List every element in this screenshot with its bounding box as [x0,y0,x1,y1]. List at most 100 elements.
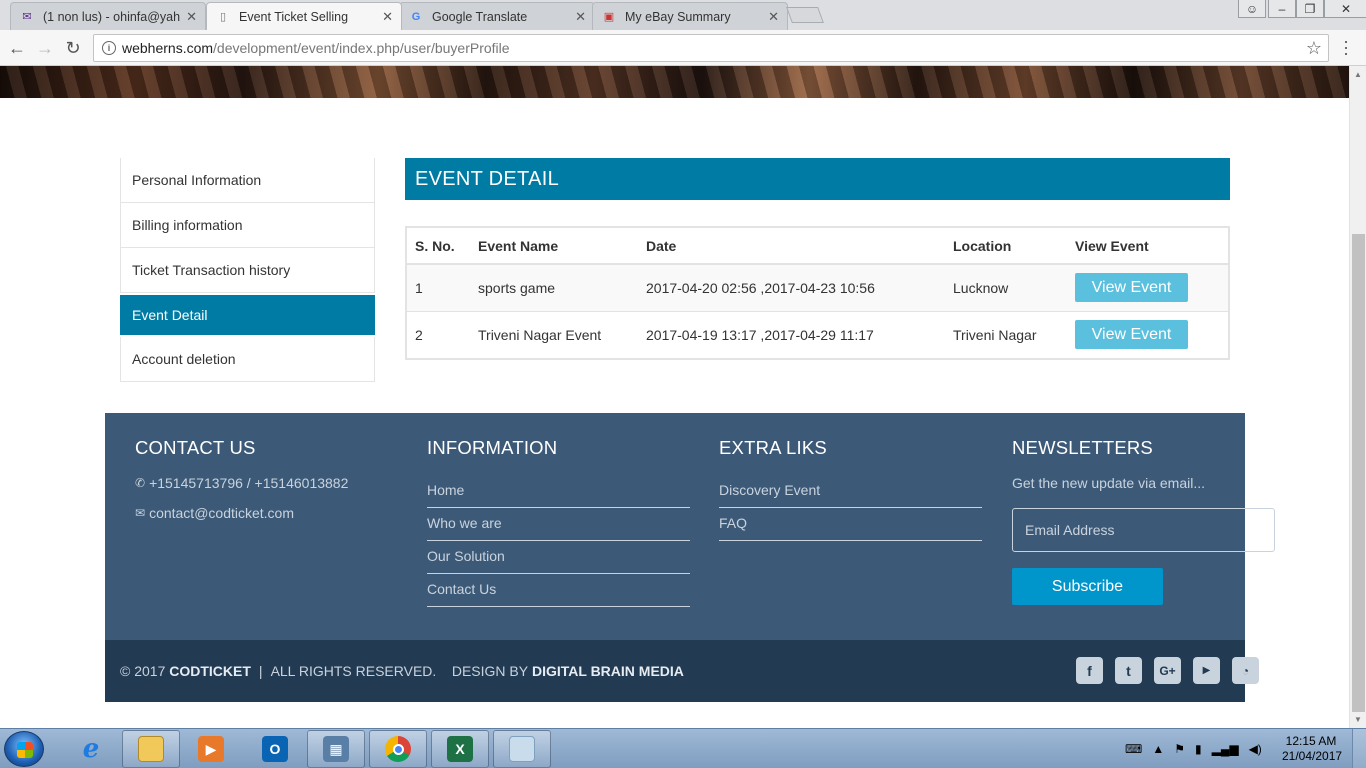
user-icon[interactable]: ☺ [1238,0,1266,18]
contact-phone: ✆ +15145713796 / +15146013882 [135,475,348,491]
youtube-icon[interactable]: ▶ [1193,657,1220,684]
taskbar-file-explorer[interactable] [122,730,180,768]
page-scrollbar[interactable]: ▲ ▼ [1349,66,1366,728]
twitter-icon[interactable]: t [1115,657,1142,684]
bookmark-star-icon[interactable]: ☆ [1306,38,1322,59]
back-arrow-icon[interactable]: ← [6,37,28,59]
brand-name: CODTICKET [169,663,251,679]
battery-icon[interactable]: ▮ [1195,742,1202,756]
footer-link-home[interactable]: Home [427,475,690,508]
profile-sidebar: Personal Information Billing information… [120,158,375,382]
taskbar-media-player[interactable]: ▶ [182,730,240,768]
column-header-location: Location [945,228,1067,265]
page-title: EVENT DETAIL [405,158,1230,200]
column-header-date: Date [638,228,945,265]
footer-extra-links: EXTRA LIKS Discovery Event FAQ [719,437,982,541]
folder-icon [138,736,164,762]
cell-sno: 2 [407,310,470,358]
system-tray: ⌨ ▲ ⚑ ▮ ▂▄▆ ◀) [1120,729,1267,768]
scroll-up-icon[interactable]: ▲ [1354,70,1362,79]
email-address[interactable]: contact@codticket.com [149,505,294,521]
close-window-icon[interactable]: ✕ [1324,0,1366,18]
sidebar-item-billing-information[interactable]: Billing information [120,203,375,248]
contact-email: ✉ contact@codticket.com [135,505,348,521]
footer-link-discovery-event[interactable]: Discovery Event [719,475,982,508]
tab-title: Google Translate [432,9,528,24]
taskbar-chrome[interactable] [369,730,427,768]
newsletter-email-input[interactable] [1012,508,1275,552]
sidebar-item-account-deletion[interactable]: Account deletion [120,337,375,382]
info-icon[interactable]: i [102,41,116,55]
designer-name[interactable]: DIGITAL BRAIN MEDIA [532,663,684,679]
browser-menu-icon[interactable]: · · · [1343,32,1349,62]
view-event-button[interactable]: View Event [1075,320,1188,350]
tab-yahoo-mail[interactable]: ✉ (1 non lus) - ohinfa@yah ✕ [10,2,206,30]
tab-ebay[interactable]: ▣ My eBay Summary ✕ [592,2,788,30]
flag-icon[interactable]: ⚑ [1174,742,1185,756]
scroll-down-icon[interactable]: ▼ [1354,715,1362,724]
taskbar-notepad[interactable] [493,730,551,768]
social-links: f t G+ ▶ ◔ [1064,657,1259,684]
volume-icon[interactable]: ◀) [1249,742,1262,756]
restore-icon[interactable]: ❐ [1296,0,1324,18]
url-domain: webherns.com [122,40,214,56]
rss-icon[interactable]: ◔ [1232,657,1259,684]
cell-event-name: Triveni Nagar Event [470,310,638,358]
network-icon[interactable]: ▂▄▆ [1212,742,1239,756]
table-row: 1 sports game 2017-04-20 02:56 ,2017-04-… [407,263,1228,311]
cell-location: Lucknow [945,263,1067,311]
footer-link-contact-us[interactable]: Contact Us [427,574,690,607]
chrome-icon [385,736,411,762]
tray-expand-icon[interactable]: ▲ [1152,742,1164,756]
taskbar-outlook[interactable]: O [246,730,304,768]
close-icon[interactable]: ✕ [575,9,586,25]
taskbar-excel[interactable]: X [431,730,489,768]
google-plus-icon[interactable]: G+ [1154,657,1181,684]
keyboard-icon[interactable]: ⌨ [1125,742,1142,756]
scroll-thumb[interactable] [1352,234,1365,712]
tab-title: (1 non lus) - ohinfa@yah [43,9,181,24]
footer-link-who-we-are[interactable]: Who we are [427,508,690,541]
column-header-event-name: Event Name [470,228,638,265]
show-desktop-button[interactable] [1352,729,1366,768]
close-icon[interactable]: ✕ [382,9,393,25]
forward-arrow-icon[interactable]: → [34,37,56,59]
start-button[interactable] [4,731,44,767]
subscribe-button[interactable]: Subscribe [1012,568,1163,605]
tab-title: My eBay Summary [625,9,731,24]
footer-information: INFORMATION Home Who we are Our Solution… [427,437,690,607]
new-tab-button[interactable] [786,7,824,23]
sidebar-item-personal-information[interactable]: Personal Information [120,158,375,203]
address-bar[interactable]: i webherns.com/development/event/index.p… [93,34,1329,62]
view-event-button[interactable]: View Event [1075,273,1188,303]
close-icon[interactable]: ✕ [186,9,197,25]
taskbar-internet-explorer[interactable]: e [62,730,120,768]
system-clock[interactable]: 12:15 AM 21/04/2017 [1282,734,1343,764]
taskbar-remote-desktop[interactable]: ▦ [307,730,365,768]
clock-date: 21/04/2017 [1282,749,1343,763]
newsletter-heading: NEWSLETTERS [1012,437,1153,458]
clock-time: 12:15 AM [1285,734,1337,748]
sidebar-item-ticket-transaction-history[interactable]: Ticket Transaction history [120,248,375,293]
reload-icon[interactable]: ↻ [62,37,84,59]
close-icon[interactable]: ✕ [768,9,779,25]
excel-icon: X [447,736,473,762]
tab-google-translate[interactable]: G Google Translate ✕ [399,2,595,30]
cell-sno: 1 [407,263,470,311]
minimize-icon[interactable]: – [1268,0,1296,18]
separator: | [258,663,263,679]
window-controls: ☺ [1238,0,1266,18]
os-taskbar: e ▶ O ▦ X ⌨ ▲ ⚑ ▮ ▂▄▆ ◀) 12:15 AM 21/04/… [0,728,1366,768]
facebook-icon[interactable]: f [1076,657,1103,684]
cell-event-name: sports game [470,263,638,311]
column-header-sno: S. No. [407,228,470,265]
phone-icon: ✆ [135,476,146,490]
footer-link-faq[interactable]: FAQ [719,508,982,541]
site-footer: CONTACT US ✆ +15145713796 / +15146013882… [105,413,1275,640]
newsletter-text: Get the new update via email... [1012,475,1205,491]
footer-link-our-solution[interactable]: Our Solution [427,541,690,574]
sidebar-item-event-detail[interactable]: Event Detail [120,295,375,335]
tab-event-ticket-selling[interactable]: ▯ Event Ticket Selling ✕ [206,2,402,30]
outlook-icon: O [262,736,288,762]
phone-numbers: +15145713796 / +15146013882 [149,475,349,491]
